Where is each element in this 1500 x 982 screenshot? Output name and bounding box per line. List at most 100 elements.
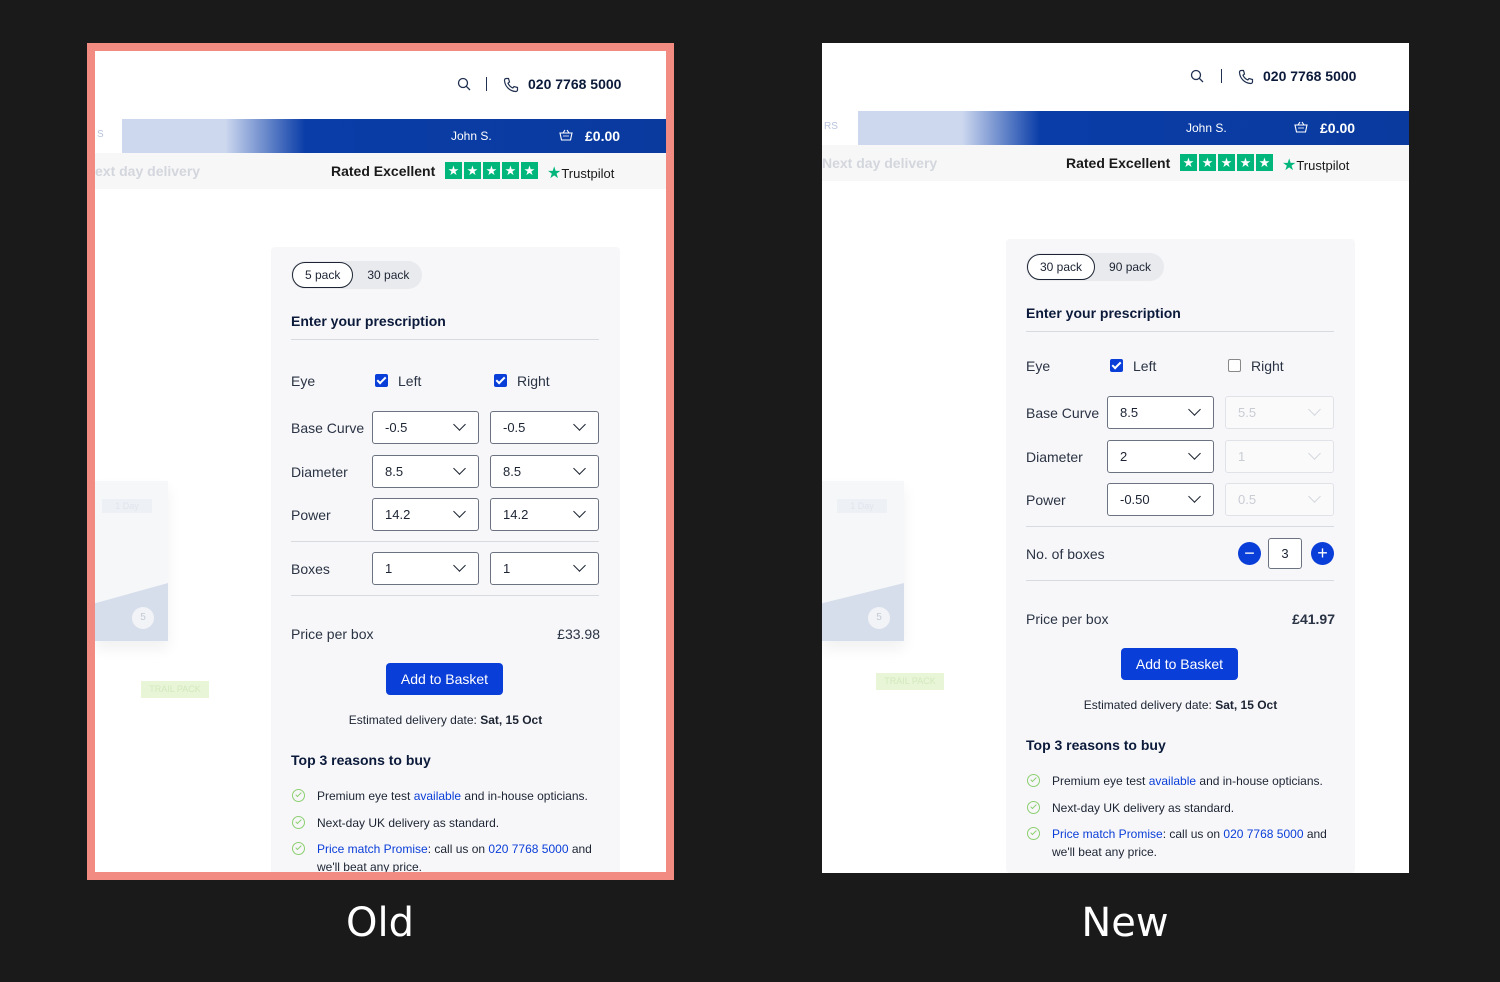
- rated-excellent: Rated Excellent: [331, 163, 436, 179]
- top-bar: 020 7768 5000: [822, 43, 1409, 111]
- pack-option[interactable]: 90 pack: [1097, 254, 1163, 280]
- right-eye-label: Right: [1251, 358, 1284, 374]
- boxes-right-select[interactable]: 1: [490, 552, 599, 585]
- boxes-left-select[interactable]: 1: [372, 552, 479, 585]
- phone-link[interactable]: 020 7768 5000: [488, 842, 568, 856]
- check-circle-icon: [1027, 774, 1040, 787]
- phone-link[interactable]: 020 7768 5000: [1223, 827, 1303, 841]
- phone-number[interactable]: 020 7768 5000: [1263, 68, 1356, 84]
- available-link[interactable]: available: [414, 789, 461, 803]
- check-circle-icon: [292, 816, 305, 829]
- search-icon[interactable]: [457, 77, 471, 91]
- chevron-down-icon: [573, 559, 586, 572]
- account-bar: S John S. £0.00: [95, 119, 666, 153]
- diameter-left-select[interactable]: 2: [1107, 440, 1214, 473]
- available-link[interactable]: available: [1149, 774, 1196, 788]
- price-per-box-value: £33.98: [557, 626, 600, 642]
- old-panel: 020 7768 5000 S John S. £0.00 ext day de…: [87, 43, 674, 880]
- estimated-delivery: Estimated delivery date: Sat, 15 Oct: [348, 713, 543, 727]
- product-image: 1 Day 5: [822, 481, 904, 641]
- base-curve-label: Base Curve: [1026, 405, 1100, 421]
- divider: [1221, 69, 1222, 83]
- add-to-basket-button[interactable]: Add to Basket: [386, 663, 503, 695]
- promo-tag: RS: [824, 121, 838, 132]
- chevron-down-icon: [573, 418, 586, 431]
- basket-total[interactable]: £0.00: [585, 128, 620, 144]
- rated-excellent: Rated Excellent: [1066, 155, 1171, 171]
- search-icon[interactable]: [1190, 69, 1204, 83]
- diameter-label: Diameter: [1026, 449, 1083, 465]
- reason-3: Price match Promise: call us on 020 7768…: [317, 842, 592, 872]
- new-panel: 020 7768 5000 RS John S. £0.00 Next day …: [822, 43, 1409, 873]
- promo-tag: S: [97, 129, 104, 140]
- price-per-box-label: Price per box: [1026, 611, 1109, 627]
- price-match-link[interactable]: Price match Promise: [1052, 827, 1163, 841]
- basket-icon[interactable]: [559, 129, 573, 141]
- base-curve-right-select[interactable]: 5.5: [1225, 396, 1334, 429]
- eye-label: Eye: [291, 373, 316, 389]
- pack-option[interactable]: 5 pack: [292, 262, 354, 288]
- star-icon: ★: [1256, 154, 1273, 171]
- diameter-right-select[interactable]: 1: [1225, 440, 1334, 473]
- user-name[interactable]: John S.: [1186, 121, 1227, 135]
- check-circle-icon: [1027, 827, 1040, 840]
- chevron-down-icon: [573, 505, 586, 518]
- star-icon: ★: [464, 162, 481, 179]
- prescription-heading: Enter your prescription: [1026, 305, 1181, 321]
- chevron-down-icon: [1188, 447, 1201, 460]
- prescription-heading: Enter your prescription: [291, 313, 446, 329]
- chevron-down-icon: [1308, 490, 1321, 503]
- pack-selector: 30 pack 90 pack: [1026, 253, 1165, 281]
- reason-2: Next-day UK delivery as standard.: [1052, 801, 1235, 815]
- star-icon: ★: [521, 162, 538, 179]
- increase-button[interactable]: +: [1311, 542, 1334, 565]
- price-match-link[interactable]: Price match Promise: [317, 842, 428, 856]
- decrease-button[interactable]: −: [1238, 542, 1261, 565]
- trustpilot-logo: ★Trustpilot: [1282, 157, 1350, 174]
- base-curve-right-select[interactable]: -0.5: [490, 411, 599, 444]
- basket-total[interactable]: £0.00: [1320, 120, 1355, 136]
- left-eye-checkbox[interactable]: [1110, 359, 1123, 372]
- diameter-right-select[interactable]: 8.5: [490, 455, 599, 488]
- power-right-select[interactable]: 0.5: [1225, 483, 1334, 516]
- power-right-select[interactable]: 14.2: [490, 498, 599, 531]
- pack-option[interactable]: 30 pack: [355, 262, 421, 288]
- right-eye-label: Right: [517, 373, 550, 389]
- phone-icon: [503, 77, 519, 93]
- pack-option[interactable]: 30 pack: [1027, 254, 1096, 280]
- diameter-left-select[interactable]: 8.5: [372, 455, 479, 488]
- right-eye-checkbox[interactable]: [1228, 359, 1241, 372]
- power-label: Power: [291, 507, 331, 523]
- base-curve-left-select[interactable]: -0.5: [372, 411, 479, 444]
- power-left-select[interactable]: 14.2: [372, 498, 479, 531]
- base-curve-left-select[interactable]: 8.5: [1107, 396, 1214, 429]
- old-page: 020 7768 5000 S John S. £0.00 ext day de…: [95, 51, 666, 872]
- check-circle-icon: [292, 842, 305, 855]
- basket-icon[interactable]: [1294, 121, 1308, 133]
- power-left-select[interactable]: -0.50: [1107, 483, 1214, 516]
- chevron-down-icon: [453, 418, 466, 431]
- star-icon: ★: [1237, 154, 1254, 171]
- user-name[interactable]: John S.: [451, 129, 492, 143]
- left-eye-checkbox[interactable]: [375, 374, 388, 387]
- new-page: 020 7768 5000 RS John S. £0.00 Next day …: [822, 43, 1409, 873]
- left-eye-label: Left: [1133, 358, 1157, 374]
- star-icon: ★: [445, 162, 462, 179]
- base-curve-label: Base Curve: [291, 420, 365, 436]
- chevron-down-icon: [1188, 490, 1201, 503]
- boxes-quantity[interactable]: 3: [1268, 538, 1302, 569]
- reason-1: Premium eye test available and in-house …: [1052, 774, 1323, 788]
- right-eye-checkbox[interactable]: [494, 374, 507, 387]
- trustpilot-stars: ★ ★ ★ ★ ★: [1180, 154, 1273, 171]
- add-to-basket-button[interactable]: Add to Basket: [1121, 648, 1238, 680]
- boxes-label: No. of boxes: [1026, 546, 1105, 562]
- trust-bar: Next day delivery Rated Excellent ★ ★ ★ ★ ★ …: [822, 145, 1409, 181]
- product-day-label: 1 Day: [102, 499, 152, 513]
- divider: [486, 77, 487, 91]
- chevron-down-icon: [1308, 447, 1321, 460]
- phone-number[interactable]: 020 7768 5000: [528, 76, 621, 92]
- trustpilot-logo: ★Trustpilot: [547, 165, 615, 182]
- product-badge: 5: [868, 607, 890, 629]
- prescription-card: 30 pack 90 pack Enter your prescription …: [1006, 239, 1355, 873]
- trustpilot-star-icon: ★: [547, 165, 562, 182]
